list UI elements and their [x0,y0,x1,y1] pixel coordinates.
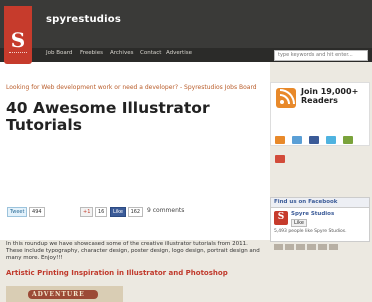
sidebar: Join 19,000+ Readers Find us on Facebook… [270,62,372,250]
rss-icon[interactable] [276,88,296,108]
nav-item-job-board[interactable]: Job Board [46,50,72,56]
section-heading[interactable]: Artistic Printing Inspiration in Illustr… [6,269,228,277]
delicious-icon[interactable] [343,136,354,144]
fan-avatar[interactable] [329,244,338,250]
article-image[interactable]: ADVENTURE [6,286,123,302]
facebook-page-name[interactable]: Spyre Studios [291,211,334,217]
facebook-page-avatar[interactable]: S [274,211,288,225]
facebook-fan-avatars [274,235,340,254]
facebook-likebox: Find us on Facebook S Spyre Studios Like… [270,197,370,250]
main-content: Looking for Web development work or need… [0,62,270,302]
fan-avatar[interactable] [285,244,294,250]
join-readers-label: Readers [301,96,338,105]
logo-wave-decoration [9,52,27,56]
site-name[interactable]: spyrestudios [46,14,121,25]
facebook-like-widget[interactable]: Like 162 [110,207,144,217]
top-bar: spyrestudios [0,0,372,48]
twitter-icon[interactable] [326,136,337,144]
nav-item-freebies[interactable]: Freebies [80,50,103,56]
gplus-button[interactable]: +1 [80,207,94,217]
gplus-count: 16 [94,207,108,217]
tweet-count: 494 [29,207,45,217]
facebook-icon[interactable] [309,136,320,144]
image-banner-text: ADVENTURE [32,291,85,298]
join-readers-text: Join 19,000+ Readers [301,87,358,105]
facebook-like-count: 162 [127,207,144,217]
tweet-button[interactable]: Tweet [7,207,28,217]
gplus-widget[interactable]: +1 16 [80,207,108,217]
nav-item-contact[interactable]: Contact [140,50,161,56]
search-input[interactable]: type keywords and hit enter... [274,50,368,61]
fan-avatar[interactable] [307,244,316,250]
nav-item-archives[interactable]: Archives [110,50,133,56]
site-logo[interactable]: S [4,6,32,64]
nav-item-advertise[interactable]: Advertise [166,50,192,56]
jobs-promo-link[interactable]: Looking for Web development work or need… [6,84,261,91]
social-icons [275,129,369,167]
facebook-box-header: Find us on Facebook [271,198,369,208]
stumbleupon-icon[interactable] [275,155,285,163]
article-title[interactable]: 40 Awesome Illustrator Tutorials [6,100,266,134]
facebook-page-like-button[interactable]: Like [291,219,307,227]
comments-link[interactable]: 9 comments [147,207,184,215]
join-count: Join 19,000+ [301,87,359,96]
fan-avatar[interactable] [318,244,327,250]
fan-avatar[interactable] [274,244,283,250]
search-placeholder: type keywords and hit enter... [278,52,353,58]
rss-dot [280,100,284,104]
facebook-avatar-letter: S [277,212,285,222]
facebook-like-button[interactable]: Like [110,207,126,217]
tweet-widget[interactable]: Tweet 494 [7,207,45,217]
facebook-like-count-text: 5,493 people like Spyre Studios. [274,229,347,234]
rss-small-icon[interactable] [275,136,285,144]
logo-letter: S [10,28,26,52]
rss-subscribe-box: Join 19,000+ Readers [270,82,370,163]
fan-avatar[interactable] [296,244,305,250]
email-icon[interactable] [292,136,303,144]
article-intro: In this roundup we have showcased some o… [6,241,260,261]
